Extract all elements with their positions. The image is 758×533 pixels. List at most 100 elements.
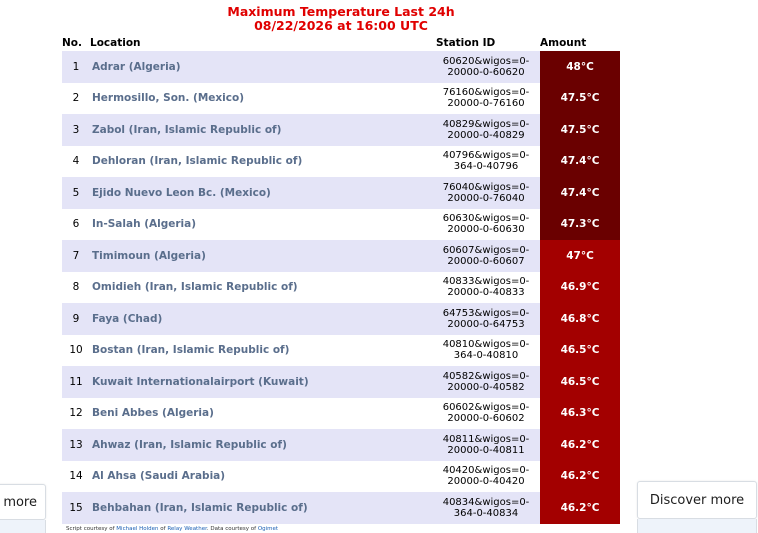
- discover-more-button[interactable]: Discover more: [637, 481, 757, 519]
- row-number: 13: [62, 429, 90, 461]
- row-amount: 47.5°C: [540, 82, 620, 114]
- station-id-line: 364-0-40810: [453, 350, 519, 362]
- table-row: 3 Zabol (Iran, Islamic Republic of) 40829&…: [62, 114, 620, 146]
- row-location: In-Salah (Algeria): [90, 208, 436, 240]
- row-location: Kuwait Internationalairport (Kuwait): [90, 366, 436, 398]
- row-amount: 47.3°C: [540, 208, 620, 240]
- station-id-line: 60602&wigos=0-: [442, 402, 530, 414]
- timestamp-line: 08/22/2026 at 16:00 UTC: [254, 18, 428, 33]
- row-location: Timimoun (Algeria): [90, 240, 436, 272]
- more-button-label: more: [3, 494, 37, 510]
- row-station-id: 60620&wigos=0- 20000-0-60620: [436, 51, 540, 83]
- table-row: 15 Behbahan (Iran, Islamic Republic of) 40…: [62, 492, 620, 524]
- row-amount: 47°C: [540, 240, 620, 272]
- row-number: 12: [62, 397, 90, 429]
- station-id-line: 20000-0-76040: [447, 192, 525, 204]
- row-amount: 46.2°C: [540, 492, 620, 524]
- station-id-line: 60620&wigos=0-: [442, 55, 530, 67]
- row-station-id: 60607&wigos=0- 20000-0-60607: [436, 240, 540, 272]
- station-id-line: 64753&wigos=0-: [442, 307, 530, 319]
- row-number: 4: [62, 145, 90, 177]
- station-id-line: 40582&wigos=0-: [442, 370, 530, 382]
- row-location: Omidieh (Iran, Islamic Republic of): [90, 271, 436, 303]
- station-id-line: 40796&wigos=0-: [442, 150, 530, 162]
- table-row: 12 Beni Abbes (Algeria) 60602&wigos=0- 2000…: [62, 397, 620, 429]
- column-header-station: Station ID: [436, 36, 496, 49]
- row-amount: 46.3°C: [540, 397, 620, 429]
- table-row: 5 Ejido Nuevo Leon Bc. (Mexico) 76040&wigo…: [62, 177, 620, 209]
- station-id-line: 20000-0-40420: [447, 476, 525, 488]
- row-location: Bostan (Iran, Islamic Republic of): [90, 334, 436, 366]
- table-body: 1 Adrar (Algeria) 60620&wigos=0- 20000-0-60…: [62, 51, 620, 524]
- station-id-line: 40811&wigos=0-: [442, 433, 530, 445]
- row-station-id: 40811&wigos=0- 20000-0-40811: [436, 429, 540, 461]
- row-number: 5: [62, 177, 90, 209]
- row-station-id: 40833&wigos=0- 20000-0-40833: [436, 271, 540, 303]
- station-id-line: 40833&wigos=0-: [442, 276, 530, 288]
- column-header-amount: Amount: [540, 34, 620, 51]
- site-link[interactable]: Relay Weather: [167, 526, 207, 532]
- title-line: Maximum Temperature Last 24h: [227, 4, 455, 19]
- station-id-line: 20000-0-40833: [447, 287, 525, 299]
- side-left-panel: [0, 520, 46, 533]
- table-row: 2 Hermosillo, Son. (Mexico) 76160&wigos=0-…: [62, 82, 620, 114]
- page-title: Maximum Temperature Last 24h 08/22/2026 …: [0, 5, 682, 33]
- row-amount: 46.5°C: [540, 366, 620, 398]
- row-location: Faya (Chad): [90, 303, 436, 335]
- table-row: 1 Adrar (Algeria) 60620&wigos=0- 20000-0-60…: [62, 51, 620, 83]
- station-id-line: 20000-0-60630: [447, 224, 525, 236]
- column-header-no: No.: [62, 36, 82, 49]
- station-id-line: 364-0-40796: [453, 161, 519, 173]
- column-header-location: Location: [90, 36, 141, 49]
- row-station-id: 60602&wigos=0- 20000-0-60602: [436, 397, 540, 429]
- station-id-line: 20000-0-76160: [447, 98, 525, 110]
- row-amount: 47.4°C: [540, 177, 620, 209]
- row-number: 11: [62, 366, 90, 398]
- row-amount: 46.2°C: [540, 429, 620, 461]
- row-location: Ahwaz (Iran, Islamic Republic of): [90, 429, 436, 461]
- row-number: 14: [62, 460, 90, 492]
- credits-mid: of: [158, 526, 168, 532]
- station-id-line: 40420&wigos=0-: [442, 465, 530, 477]
- more-button[interactable]: more: [0, 484, 46, 520]
- row-location: Zabol (Iran, Islamic Republic of): [90, 114, 436, 146]
- station-id-line: 60607&wigos=0-: [442, 244, 530, 256]
- side-right-panel: [637, 519, 757, 533]
- credits-mid2: . Data courtesy of: [206, 526, 258, 532]
- station-id-line: 76040&wigos=0-: [442, 181, 530, 193]
- row-station-id: 76040&wigos=0- 20000-0-76040: [436, 177, 540, 209]
- row-location: Hermosillo, Son. (Mexico): [90, 82, 436, 114]
- row-location: Al Ahsa (Saudi Arabia): [90, 460, 436, 492]
- row-location: Adrar (Algeria): [90, 51, 436, 83]
- row-number: 10: [62, 334, 90, 366]
- row-number: 3: [62, 114, 90, 146]
- credits-prefix: Script courtesy of: [66, 526, 117, 532]
- station-id-line: 20000-0-40582: [447, 381, 525, 393]
- station-id-line: 40829&wigos=0-: [442, 118, 530, 130]
- station-id-line: 40810&wigos=0-: [442, 339, 530, 351]
- station-id-line: 20000-0-64753: [447, 318, 525, 330]
- station-id-line: 60630&wigos=0-: [442, 213, 530, 225]
- row-number: 9: [62, 303, 90, 335]
- row-amount: 46.2°C: [540, 460, 620, 492]
- row-amount: 47.5°C: [540, 114, 620, 146]
- table-row: 11 Kuwait Internationalairport (Kuwait) 40…: [62, 366, 620, 398]
- row-location: Dehloran (Iran, Islamic Republic of): [90, 145, 436, 177]
- row-number: 15: [62, 492, 90, 524]
- table-header-row: No. Location Station ID Amount: [62, 34, 620, 51]
- row-number: 8: [62, 271, 90, 303]
- author-link[interactable]: Michael Holden: [116, 526, 158, 532]
- row-station-id: 40829&wigos=0- 20000-0-40829: [436, 114, 540, 146]
- row-number: 7: [62, 240, 90, 272]
- table-row: 14 Al Ahsa (Saudi Arabia) 40420&wigos=0- 20…: [62, 460, 620, 492]
- station-id-line: 20000-0-60620: [447, 66, 525, 78]
- row-station-id: 76160&wigos=0- 20000-0-76160: [436, 82, 540, 114]
- table-row: 6 In-Salah (Algeria) 60630&wigos=0- 20000-0…: [62, 208, 620, 240]
- station-id-line: 20000-0-40811: [447, 444, 525, 456]
- table-row: 13 Ahwaz (Iran, Islamic Republic of) 40811…: [62, 429, 620, 461]
- row-station-id: 40582&wigos=0- 20000-0-40582: [436, 366, 540, 398]
- source-link[interactable]: Ogimet: [258, 526, 278, 532]
- row-amount: 47.4°C: [540, 145, 620, 177]
- station-id-line: 20000-0-40829: [447, 129, 525, 141]
- station-id-line: 76160&wigos=0-: [442, 87, 530, 99]
